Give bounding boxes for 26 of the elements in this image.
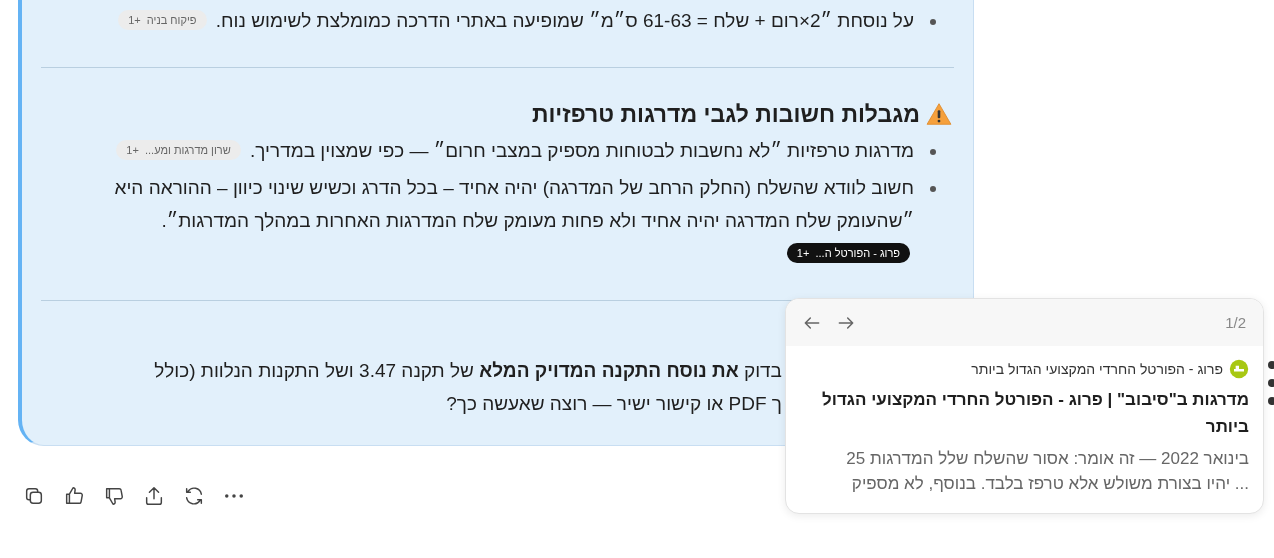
bullet-dot: [930, 19, 936, 25]
snippet-text: בינואר 2022 — זה אומר: אסור שהשלח שלל המדרגות 25: [845, 448, 1249, 470]
refresh-icon: [183, 485, 205, 507]
section-heading: מגבלות חשובות לגבי מדרגות טרפזיות: [531, 100, 920, 129]
bullet-dot: [930, 186, 936, 192]
share-icon: [143, 485, 165, 507]
dots-icon: [1268, 361, 1274, 405]
paragraph-text: ך PDF או קישור ישיר — רוצה שאעשה כך?: [445, 392, 782, 416]
page-counter: 1/2: [1225, 314, 1246, 331]
source-chip[interactable]: שרון מדרגות ומע... +1: [116, 140, 241, 160]
list-item-text: מדרגות טרפזיות ״לא נחשבות לבטוחות מספיק במצבי חרום״ — כפי שמצוין במדריך. שרון מדרגות ומע... +1: [116, 134, 914, 167]
more-icon: [225, 494, 243, 498]
source-chip[interactable]: פיקוח בניה +1: [118, 10, 207, 30]
source-chip[interactable]: פרוג - הפורטל ה... +1: [786, 243, 910, 263]
warning-icon: [926, 101, 952, 127]
list-item-text: חשוב לוודא שהשלח (החלק הרחב של המדרגה) יהיה אחיד – בכל הדרג וכשיש שינוי כיוון – ההוראה היא ״שהעומק שלח המדרגה יהיה אחיד ולא פחות מעומק שלח המדרגות האחרות במהלך המדרגות״. פרוג - הפורטל ה... +1: [41, 171, 914, 270]
thumbs-down-icon: [103, 485, 125, 507]
list-item-text: על נוסחת ״2×רום + שלח = 61-63 ס״מ״ שמופיעה באתרי הדרכה כמומלצת לשימוש נוח. פיקוח בניה +1: [118, 4, 914, 37]
copy-icon: [23, 485, 45, 507]
paragraph-text: בדוק את נוסח התקנה המדויק המלא של תקנה 3.47 ושל התקנות הנלוות (כולל: [153, 359, 782, 383]
thumbs-up-icon: [63, 485, 85, 507]
snippet-text: ... יהיו בצורת משולש אלא טרפז בלבד. בנוסף, לא מספיק: [850, 473, 1249, 495]
bullet-dot: [930, 149, 936, 155]
site-logo-icon: [1229, 359, 1249, 379]
site-name: פרוג - הפורטל החרדי המקצועי הגדול ביותר: [971, 361, 1223, 377]
source-title-link[interactable]: מדרגות ב"סיבוב" | פרוג - הפורטל החרדי המקצועי הגדול ביותר: [796, 386, 1249, 440]
